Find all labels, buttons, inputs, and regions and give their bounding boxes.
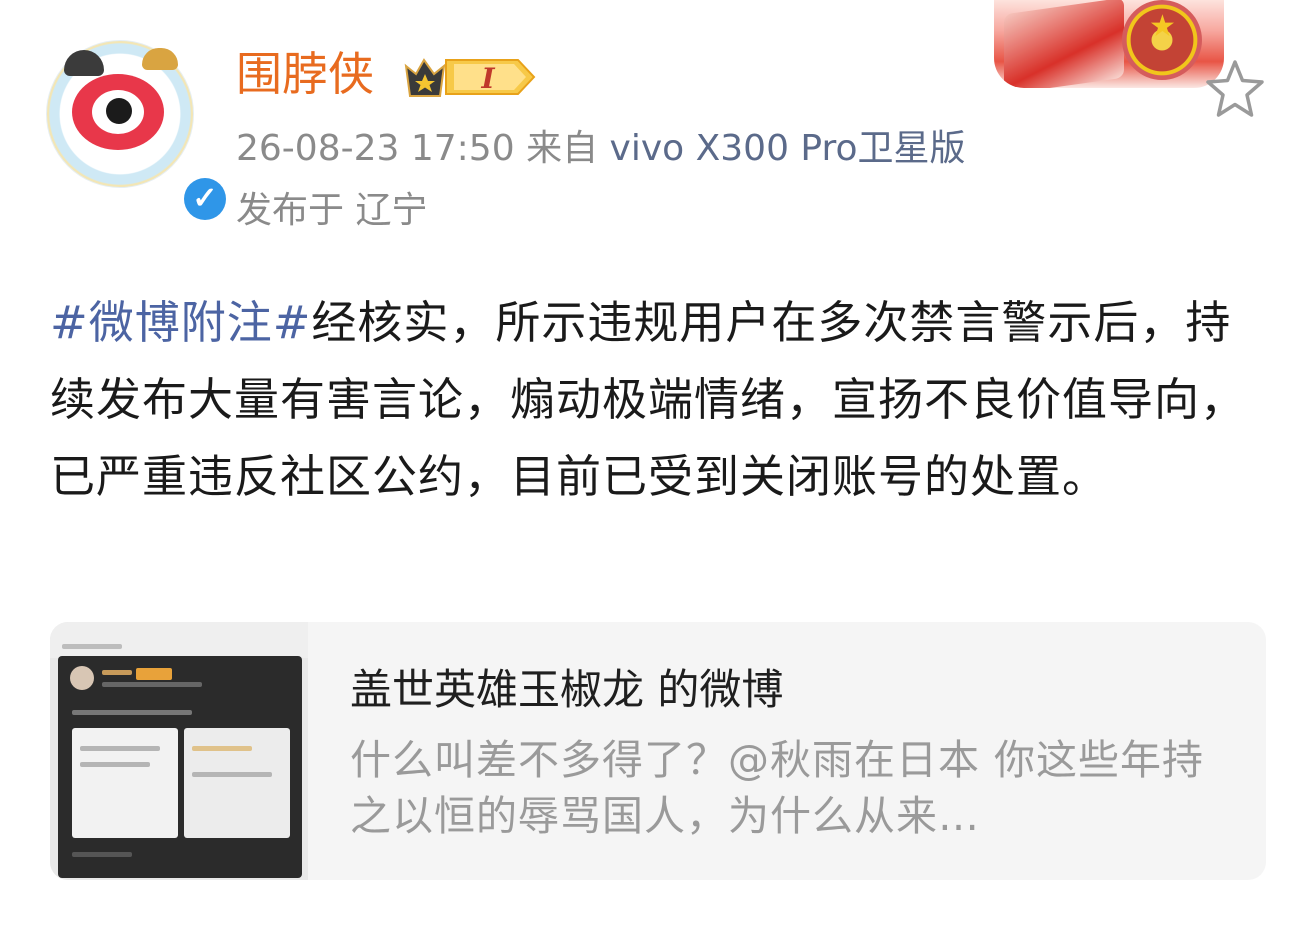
post-device[interactable]: vivo X300 Pro卫星版	[610, 128, 966, 169]
thumbnail-text-line	[192, 772, 272, 777]
thumbnail-text-line	[80, 762, 150, 767]
avatar-hat-decoration	[142, 48, 178, 70]
avatar[interactable]: ✓	[46, 40, 230, 224]
post-timestamp[interactable]: 26-08-23 17:50	[236, 128, 515, 169]
crown-badge-icon[interactable]: I	[402, 52, 538, 102]
vip-level-label: I	[480, 62, 495, 95]
flag-decoration	[1004, 0, 1124, 88]
quoted-post-excerpt: 什么叫差不多得了？@秋雨在日本 你这些年持之以恒的辱骂国人，为什么从来…	[350, 736, 1205, 840]
verified-v-icon: ✓	[184, 178, 226, 220]
decorative-banner: ★	[994, 0, 1224, 88]
author-name[interactable]: 围脖侠	[236, 44, 374, 104]
thumbnail-tag	[136, 668, 172, 680]
eye-pupil	[106, 98, 132, 124]
star-outline-icon	[1206, 60, 1264, 117]
thumbnail-panel	[184, 728, 290, 838]
verified-badge: ✓	[180, 174, 230, 224]
quoted-post-card[interactable]: 盖世英雄玉椒龙 的微博 什么叫差不多得了？@秋雨在日本 你这些年持之以恒的辱骂国…	[50, 622, 1266, 880]
favorite-button[interactable]	[1200, 54, 1270, 124]
thumbnail-text-line	[62, 644, 122, 649]
thumbnail-text-line	[192, 746, 252, 751]
source-prefix: 来自	[526, 128, 599, 169]
thumbnail-text-line	[102, 670, 132, 675]
thumbnail-panel	[72, 728, 178, 838]
post-content: #微博附注#经核实，所示违规用户在多次禁言警示后，持续发布大量有害言论，煽动极端…	[50, 284, 1266, 515]
thumbnail-text-line	[72, 710, 192, 715]
post-meta: 26-08-23 17:50 来自 vivo X300 Pro卫星版	[236, 124, 966, 174]
thumbnail-avatar	[70, 666, 94, 690]
thumbnail-text-line	[80, 746, 160, 751]
thumbnail-header	[50, 622, 308, 658]
quoted-post-title[interactable]: 盖世英雄玉椒龙 的微博	[350, 662, 783, 718]
thumbnail-text-line	[102, 682, 202, 687]
topic-link[interactable]: #微博附注#	[50, 296, 311, 349]
quoted-post-thumbnail	[50, 622, 308, 880]
post-location: 发布于 辽宁	[236, 190, 428, 231]
emblem-star-icon: ★	[1149, 9, 1176, 44]
thumbnail-text-line	[72, 852, 132, 857]
